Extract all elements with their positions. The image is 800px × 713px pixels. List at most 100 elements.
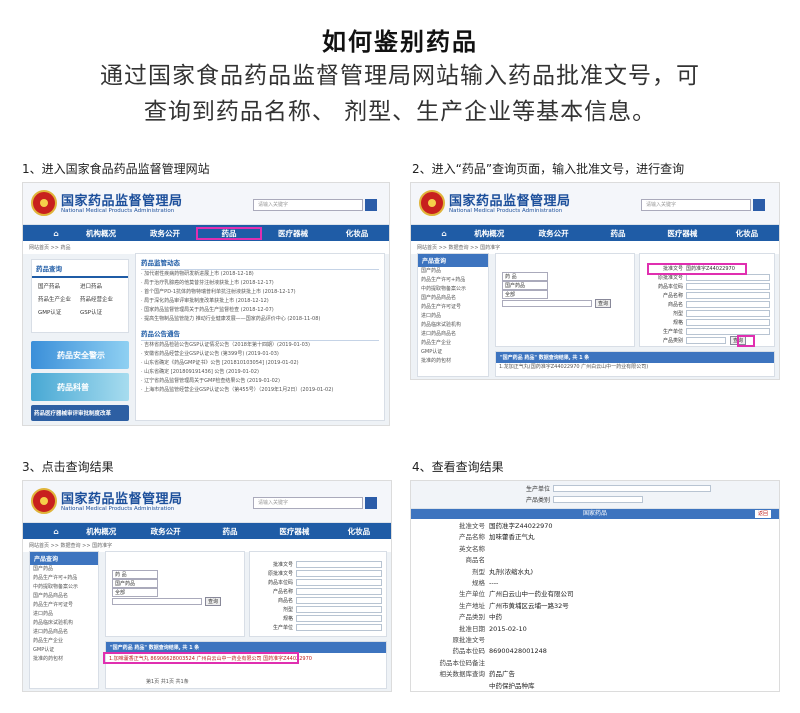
announcement-item[interactable]: · 安徽省药品经营企业GSP认证公告 (第399号) (2019-01-03) <box>141 350 379 359</box>
sidebar-item[interactable]: 进口药品商品名 <box>418 330 488 339</box>
sidebar-item[interactable]: 药品生产许可证号 <box>418 303 488 312</box>
nav-item-drugs[interactable]: 药品 <box>196 226 262 240</box>
nav-item-gov[interactable]: 政务公开 <box>133 228 197 239</box>
link-gsp[interactable]: GSP认证 <box>80 308 122 316</box>
nav-item-devices[interactable]: 医疗器械 <box>261 228 325 239</box>
sidebar-item[interactable]: 国产药品商品名 <box>30 592 98 601</box>
sidebar-item[interactable]: 进口药品商品名 <box>30 628 98 637</box>
nav-item-about[interactable]: 机构概况 <box>457 228 521 239</box>
news-item[interactable]: · 局于深化药品审评审批制度改革获批上市 (2018-12-12) <box>141 297 379 306</box>
keyword-input[interactable] <box>502 300 592 307</box>
field-input[interactable] <box>296 561 382 568</box>
field-input[interactable] <box>553 485 711 492</box>
nav-item-drugs[interactable]: 药品 <box>586 228 650 239</box>
field-input[interactable] <box>686 310 770 317</box>
link-domestic-drugs[interactable]: 国产药品 <box>38 282 80 290</box>
category-select[interactable]: 药 品 <box>502 272 548 281</box>
announcement-item[interactable]: · 辽宁省药品监督管理局关于GMP检查结果公告 (2019-01-02) <box>141 377 379 386</box>
news-item[interactable]: · 提高生物制品监管能力 推动行业健康发展——国家药品评价中心 (2018-11… <box>141 315 379 324</box>
sidebar-item[interactable]: 中药提取物备案公示 <box>30 583 98 592</box>
link-manufacturers[interactable]: 药品生产企业 <box>38 295 80 303</box>
nav-item-gov[interactable]: 政务公开 <box>133 526 197 537</box>
field-input[interactable] <box>296 579 382 586</box>
sidebar-item[interactable]: 药品临床试验机构 <box>418 321 488 330</box>
subcategory-select[interactable]: 国产药品 <box>112 579 158 588</box>
nav-item-about[interactable]: 机构概况 <box>69 228 133 239</box>
keyword-input[interactable] <box>112 598 202 605</box>
search-input[interactable]: 请输入关键字 <box>253 497 363 509</box>
sidebar-item[interactable]: 药品临床试验机构 <box>30 619 98 628</box>
field-input[interactable] <box>686 292 770 299</box>
reform-banner[interactable]: 药品医疗器械审评审批制度改革 <box>31 405 129 421</box>
nav-item-cosmetics[interactable]: 化妆品 <box>715 228 779 239</box>
news-item[interactable]: · 国家药品监督管理局关于药品生产监督检查 (2018-12-07) <box>141 306 379 315</box>
search-button[interactable] <box>753 199 765 211</box>
link-distributors[interactable]: 药品经营企业 <box>80 295 122 303</box>
news-item[interactable]: · 加代谢性疾病药物研发新进展上市 (2018-12-18) <box>141 270 379 279</box>
quick-query-button[interactable]: 查询 <box>595 299 612 308</box>
scope-select[interactable]: 全部 <box>112 588 158 597</box>
home-icon[interactable]: ⌂ <box>43 527 69 536</box>
link-gmp[interactable]: GMP认证 <box>38 308 80 316</box>
detail-key <box>417 681 489 691</box>
nav-item-cosmetics[interactable]: 化妆品 <box>325 228 389 239</box>
field-input[interactable] <box>686 301 770 308</box>
field-input[interactable] <box>686 337 726 344</box>
sidebar-item[interactable]: 国产药品 <box>418 267 488 276</box>
product-query-sidebar: 产品查询 国产药品 药品生产许可+药品 中药提取物备案公示 国产药品商品名 药品… <box>29 551 99 689</box>
field-input[interactable] <box>686 283 770 290</box>
nav-item-cosmetics[interactable]: 化妆品 <box>327 526 391 537</box>
sidebar-item[interactable]: 批准的药包材 <box>30 655 98 664</box>
announcement-item[interactable]: · 上海市药品监管经营企业GSP认证公告（第455号）（2019年1月2日）(2… <box>141 386 379 395</box>
link-imported-drugs[interactable]: 进口药品 <box>80 282 122 290</box>
nav-item-gov[interactable]: 政务公开 <box>521 228 585 239</box>
back-button[interactable]: 返回 <box>754 510 771 518</box>
home-icon[interactable]: ⌂ <box>43 229 69 238</box>
search-input[interactable]: 请输入关键字 <box>253 199 363 211</box>
nav-item-drugs[interactable]: 药品 <box>198 526 262 537</box>
nav-item-about[interactable]: 机构概况 <box>69 526 133 537</box>
search-button[interactable] <box>365 199 377 211</box>
site-title: 国家药品监督管理局 <box>61 492 183 507</box>
sidebar-item[interactable]: 中药提取物备案公示 <box>418 285 488 294</box>
sidebar-item[interactable]: 批准的药包材 <box>418 357 488 366</box>
news-item[interactable]: · 首个国产PD-1抗体药物特瑞普利单抗注射液获批上市 (2018-12-17) <box>141 288 379 297</box>
drug-safety-banner[interactable]: 药品安全警示 <box>31 341 129 369</box>
sidebar-item[interactable]: 药品生产许可+药品 <box>418 276 488 285</box>
announcement-item[interactable]: · 山东省确定 [201809191436] 公告 (2019-01-02) <box>141 368 379 377</box>
search-button[interactable] <box>365 497 377 509</box>
subcategory-select[interactable]: 国产药品 <box>502 281 548 290</box>
field-input[interactable] <box>686 328 770 335</box>
category-select[interactable]: 药 品 <box>112 570 158 579</box>
home-icon[interactable]: ⌂ <box>431 229 457 238</box>
field-input[interactable] <box>686 319 770 326</box>
result-item[interactable]: 1.龙加正气丸(国药准字Z44022970 广州白云山中一药业有限公司) <box>496 363 774 372</box>
field-input[interactable] <box>553 496 643 503</box>
search-input[interactable]: 请输入关键字 <box>641 199 751 211</box>
field-input[interactable] <box>296 615 382 622</box>
field-input[interactable] <box>296 588 382 595</box>
sidebar-item[interactable]: 国产药品商品名 <box>418 294 488 303</box>
quick-query-button[interactable]: 查询 <box>205 597 222 606</box>
field-input[interactable] <box>296 624 382 631</box>
field-input[interactable] <box>296 597 382 604</box>
nav-item-devices[interactable]: 医疗器械 <box>262 526 326 537</box>
sidebar-item[interactable]: GMP认证 <box>418 348 488 357</box>
sidebar-item[interactable]: 进口药品 <box>30 610 98 619</box>
field-input[interactable] <box>296 570 382 577</box>
sidebar-item[interactable]: 药品生产许可证号 <box>30 601 98 610</box>
sidebar-item[interactable]: 药品生产许可+药品 <box>30 574 98 583</box>
drug-science-banner[interactable]: 药品科普 <box>31 373 129 401</box>
nav-item-devices[interactable]: 医疗器械 <box>650 228 714 239</box>
announcement-item[interactable]: · 山东省确定《药品GMP证书》公告 [201810103054] (2019-… <box>141 359 379 368</box>
sidebar-item[interactable]: 药品生产企业 <box>418 339 488 348</box>
news-item[interactable]: · 局于治疗乳腺癌的他莫昔芬注射液获批上市 (2018-12-17) <box>141 279 379 288</box>
sidebar-item[interactable]: 国产药品 <box>30 565 98 574</box>
sidebar-item[interactable]: GMP认证 <box>30 646 98 655</box>
field-input[interactable] <box>296 606 382 613</box>
scope-select[interactable]: 全部 <box>502 290 548 299</box>
field-input[interactable] <box>686 274 770 281</box>
announcement-item[interactable]: · 吉林省药品检验公告GSP认证情况公告（2018年第十四期）(2019-01-… <box>141 341 379 350</box>
sidebar-item[interactable]: 药品生产企业 <box>30 637 98 646</box>
sidebar-item[interactable]: 进口药品 <box>418 312 488 321</box>
